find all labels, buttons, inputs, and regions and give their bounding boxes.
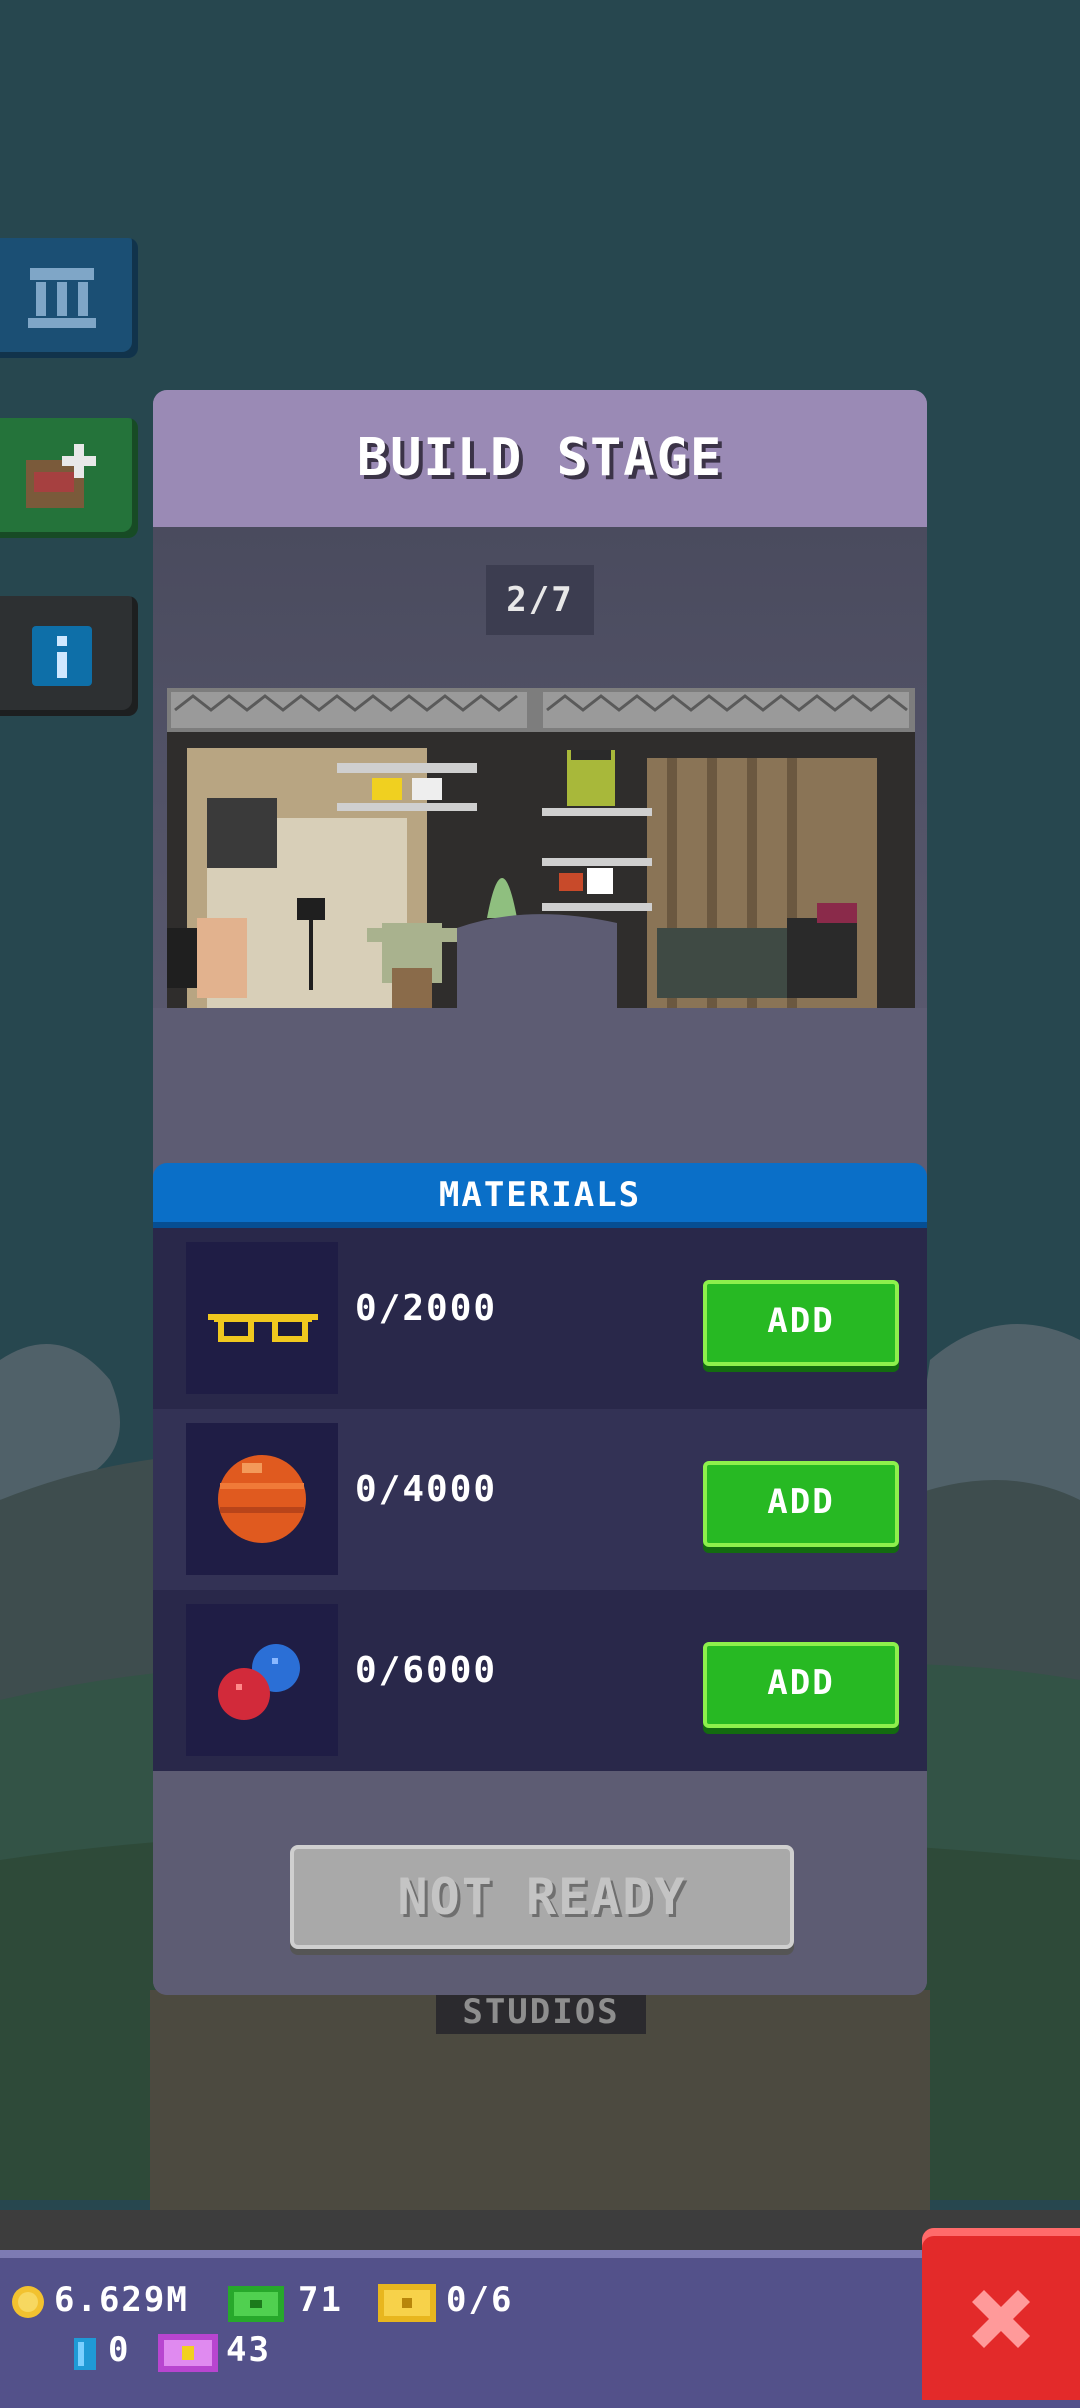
material-row: 0/4000 ADD: [153, 1409, 927, 1590]
add-stage-button[interactable]: [0, 418, 138, 538]
materials-title: MATERIALS: [438, 1175, 642, 1215]
resource-bar: 6.629M 71 0/6 0 43: [0, 2250, 1080, 2408]
blue-gems-count: 0: [108, 2330, 131, 2370]
material-thumbnail: [186, 1423, 338, 1575]
vip-icon: [158, 2334, 218, 2372]
material-quantity: 0/4000: [355, 1469, 498, 1510]
add-material-button[interactable]: ADD: [703, 1642, 899, 1728]
stage-preview-image: [167, 688, 915, 1008]
material-row: 0/2000 ADD: [153, 1228, 927, 1409]
material-row: 0/6000 ADD: [153, 1590, 927, 1771]
cash-count: 71: [298, 2280, 343, 2320]
ground: [0, 2210, 1080, 2250]
add-material-button[interactable]: ADD: [703, 1280, 899, 1366]
coins-count: 6.629M: [54, 2280, 189, 2320]
museum-button[interactable]: [0, 238, 138, 358]
vip-count: 43: [226, 2330, 271, 2370]
modal-header: BUILD STAGE: [153, 390, 927, 527]
blue-gem-icon: [74, 2338, 96, 2370]
studio-sign: STUDIOS: [436, 1990, 646, 2034]
sunglasses-icon: [208, 1314, 318, 1342]
pills-icon: [218, 1644, 300, 1720]
build-stage-modal: BUILD STAGE 2/7 MATERIALS 0/2000 ADD 0/4…: [153, 390, 927, 1995]
close-button[interactable]: [922, 2228, 1080, 2400]
coin-icon: [12, 2286, 44, 2318]
info-icon: [32, 626, 92, 686]
stage-counter: 2/7: [486, 565, 594, 635]
tickets-count: 0/6: [446, 2280, 514, 2320]
info-button[interactable]: [0, 596, 138, 716]
material-quantity: 0/6000: [355, 1650, 498, 1691]
add-stage-icon: [26, 444, 96, 508]
modal-title: BUILD STAGE: [356, 428, 724, 488]
studio-building: STUDIOS: [150, 1990, 930, 2210]
cash-icon: [228, 2286, 284, 2322]
materials-header: MATERIALS: [153, 1163, 927, 1228]
not-ready-button[interactable]: NOT READY: [290, 1845, 794, 1949]
ticket-icon: [378, 2284, 436, 2322]
museum-icon: [28, 268, 96, 328]
orange-ball-icon: [218, 1455, 306, 1543]
add-material-button[interactable]: ADD: [703, 1461, 899, 1547]
material-thumbnail: [186, 1604, 338, 1756]
close-icon: [972, 2290, 1030, 2348]
material-quantity: 0/2000: [355, 1288, 498, 1329]
material-thumbnail: [186, 1242, 338, 1394]
